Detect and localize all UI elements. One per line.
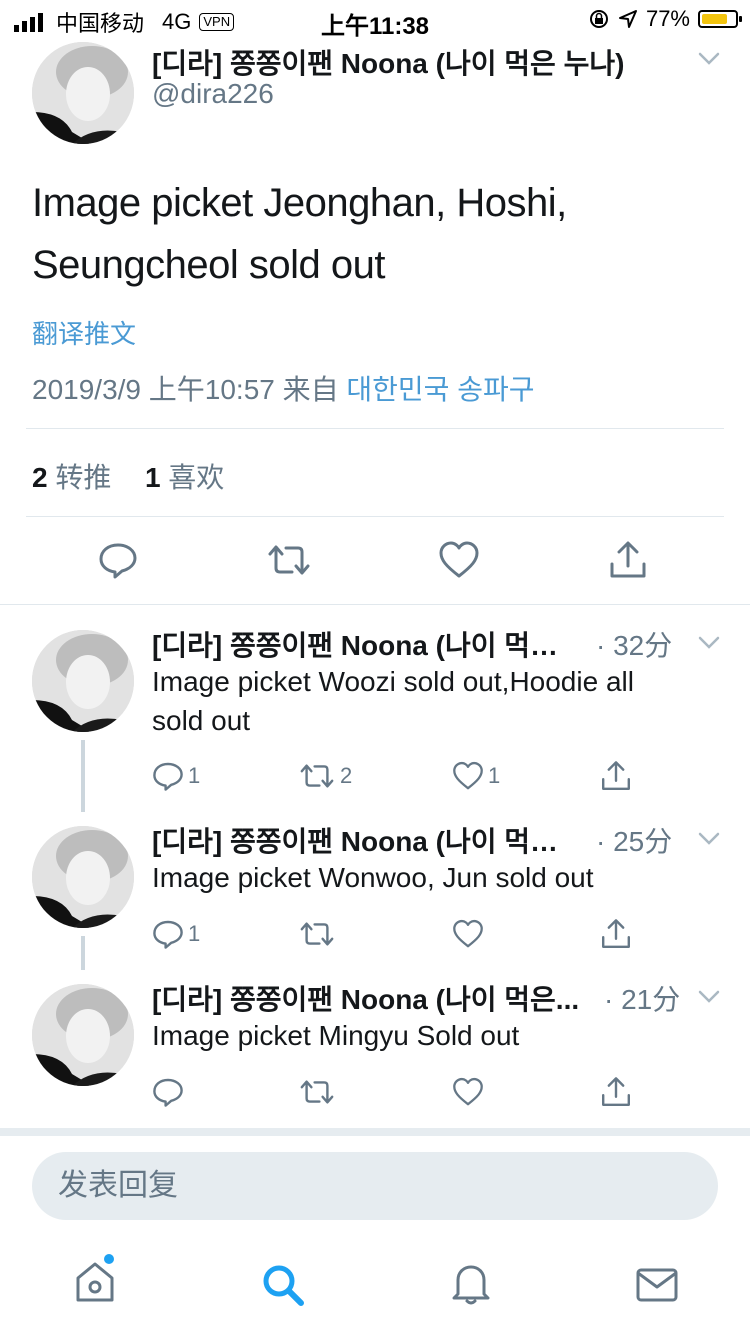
- reply-time: · 25分: [596, 826, 673, 857]
- main-reply-button[interactable]: [98, 540, 138, 580]
- thread-line: [81, 936, 85, 970]
- retweet-count-link[interactable]: 2 转推: [32, 462, 111, 493]
- reply-icon: [99, 543, 137, 579]
- like-count: 1: [488, 763, 501, 788]
- rotation-lock-icon: [588, 8, 610, 30]
- reply-count: 1: [188, 763, 201, 788]
- reply-author-name[interactable]: [디라] 쫑쫑이팬 Noona (나이 먹…: [152, 820, 582, 860]
- tweet-location-link[interactable]: 대한민국 송파구: [346, 374, 534, 405]
- divider: [26, 428, 724, 429]
- share-icon: [602, 919, 630, 948]
- tab-home[interactable]: [72, 1254, 118, 1304]
- reply-time: · 32分: [596, 630, 673, 661]
- translate-tweet-link[interactable]: 翻译推文: [32, 314, 136, 351]
- chevron-down-icon[interactable]: [698, 990, 720, 1004]
- messages-icon: [636, 1268, 678, 1302]
- chevron-down-icon[interactable]: [698, 636, 720, 650]
- main-author-name[interactable]: [디라] 쫑쫑이팬 Noona (나이 먹은 누나): [152, 42, 624, 82]
- heart-icon: [453, 1077, 483, 1106]
- reply-input[interactable]: 发表回复: [32, 1152, 718, 1220]
- location-arrow-icon: [618, 9, 638, 29]
- retweet-icon: [300, 1080, 334, 1104]
- share-icon: [602, 1077, 630, 1106]
- search-icon: [263, 1265, 304, 1306]
- avatar[interactable]: [32, 826, 134, 928]
- reply-text: Image picket Woozi sold out,Hoodie all s…: [152, 666, 634, 736]
- retweet-icon: [300, 764, 334, 788]
- heart-icon: [439, 541, 479, 578]
- divider: [26, 516, 724, 517]
- home-icon: [76, 1262, 114, 1302]
- divider: [0, 604, 750, 605]
- notifications-icon: [452, 1265, 490, 1305]
- reply-author-name[interactable]: [디라] 쫑쫑이팬 Noona (나이 먹은...: [152, 978, 602, 1018]
- divider: [0, 1128, 750, 1136]
- share-button[interactable]: [600, 760, 632, 792]
- avatar[interactable]: [32, 630, 134, 732]
- new-tweets-dot: [104, 1254, 114, 1264]
- chevron-down-icon[interactable]: [698, 832, 720, 846]
- share-icon: [602, 761, 630, 790]
- battery-icon: [698, 10, 742, 28]
- chevron-down-icon[interactable]: [698, 52, 720, 66]
- retweet-button[interactable]: [298, 1076, 340, 1108]
- retweet-icon: [268, 545, 310, 575]
- heart-icon: [453, 761, 483, 790]
- reply-text: Image picket Wonwoo, Jun sold out: [152, 862, 594, 893]
- thread-line: [81, 740, 85, 812]
- share-button[interactable]: [600, 1076, 632, 1108]
- heart-icon: [453, 919, 483, 948]
- retweet-button[interactable]: 2: [298, 760, 352, 792]
- share-button[interactable]: [600, 918, 632, 950]
- tweet-timestamp: 2019/3/9 上午10:57 来自: [32, 374, 339, 405]
- status-bar: 中国移动 4G VPN 上午11:38 77%: [0, 0, 750, 40]
- main-author-handle[interactable]: @dira226: [152, 78, 274, 110]
- reply-button[interactable]: 1: [152, 918, 200, 950]
- tab-messages[interactable]: [634, 1262, 680, 1308]
- reply-count: 1: [188, 921, 201, 946]
- main-tweet-text-line2: Seungcheol sold out: [32, 243, 386, 287]
- like-button[interactable]: [452, 1076, 488, 1108]
- reply-icon: [153, 762, 183, 791]
- avatar[interactable]: [32, 984, 134, 1086]
- tab-notifications[interactable]: [448, 1260, 494, 1306]
- reply-button[interactable]: [152, 1076, 188, 1108]
- main-tweet-text-line1: Image picket Jeonghan, Hoshi,: [32, 181, 567, 225]
- like-count-link[interactable]: 1 喜欢: [145, 462, 224, 493]
- tweet-meta: 2019/3/9 上午10:57 来自 대한민국 송파구: [32, 368, 535, 408]
- battery-percent: 77%: [645, 6, 690, 31]
- main-share-button[interactable]: [608, 540, 648, 580]
- share-icon: [610, 541, 646, 578]
- reply-author-name[interactable]: [디라] 쫑쫑이팬 Noona (나이 먹…: [152, 624, 582, 664]
- main-tweet-text: Image picket Jeonghan, Hoshi, Seungcheol…: [32, 172, 722, 296]
- retweet-icon: [300, 922, 334, 946]
- reply-text: Image picket Mingyu Sold out: [152, 1020, 520, 1051]
- reply-time: · 21分: [604, 984, 681, 1015]
- reply-icon: [153, 1078, 183, 1107]
- tab-search[interactable]: [260, 1262, 306, 1308]
- reply-button[interactable]: 1: [152, 760, 200, 792]
- main-retweet-button[interactable]: [266, 540, 312, 580]
- engagement-counts: 2 转推 1 喜欢: [32, 456, 224, 496]
- retweet-button[interactable]: [298, 918, 340, 950]
- like-button[interactable]: [452, 918, 488, 950]
- like-button[interactable]: 1: [452, 760, 500, 792]
- avatar[interactable]: [32, 42, 134, 144]
- retweet-count: 2: [340, 763, 353, 788]
- main-like-button[interactable]: [438, 540, 480, 580]
- reply-icon: [153, 920, 183, 949]
